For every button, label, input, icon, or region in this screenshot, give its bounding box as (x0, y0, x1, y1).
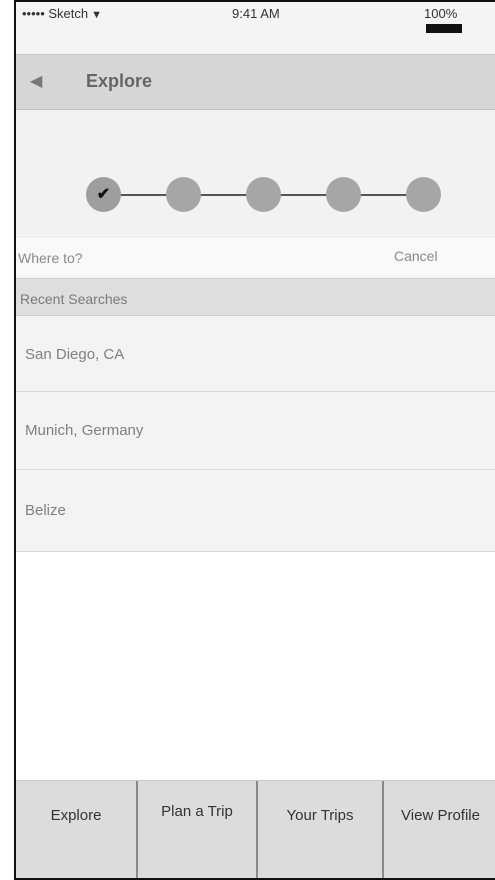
search-row: Cancel (16, 238, 495, 276)
content-blank-area (16, 552, 495, 780)
tab-plan-a-trip[interactable]: Plan a Trip (138, 781, 258, 878)
list-item-label: San Diego, CA (25, 346, 125, 363)
nav-bar: ◀ Explore (16, 54, 495, 110)
step-1: ✔ (86, 177, 121, 212)
step-3 (246, 177, 281, 212)
recent-searches-label: Recent Searches (20, 291, 128, 307)
search-input[interactable] (18, 246, 318, 270)
status-bar: ••••• Sketch ▼ 9:41 AM 100% (16, 2, 495, 54)
list-item[interactable]: Munich, Germany (16, 392, 495, 470)
step-4 (326, 177, 361, 212)
tab-bar: Explore Plan a Trip Your Trips View Prof… (16, 780, 495, 878)
tab-label: Explore (50, 807, 102, 824)
recent-searches-list: San Diego, CA Munich, Germany Belize (16, 316, 495, 552)
tab-label: View Profile (401, 807, 480, 824)
battery-icon (426, 24, 462, 33)
carrier-group: ••••• Sketch ▼ (22, 6, 102, 21)
cancel-button[interactable]: Cancel (394, 248, 438, 264)
progress-stepper: ✔ (16, 110, 495, 238)
tab-label: Your Trips (286, 807, 354, 824)
recent-searches-header: Recent Searches (16, 278, 495, 316)
list-item[interactable]: San Diego, CA (16, 316, 495, 392)
tab-your-trips[interactable]: Your Trips (258, 781, 384, 878)
page-title: Explore (86, 71, 153, 91)
carrier-label: ••••• Sketch (22, 6, 89, 21)
wifi-icon: ▼ (91, 9, 103, 21)
tab-label: Plan a Trip (161, 803, 233, 820)
battery-group: 100% (424, 6, 495, 36)
phone-screen: ••••• Sketch▼ 9:41 AM 100% ◀ Explore ✔ C… (14, 0, 495, 880)
status-time: 9:41 AM (232, 6, 280, 21)
list-item-label: Munich, Germany (25, 422, 144, 439)
tab-explore[interactable]: Explore (16, 781, 138, 878)
step-5 (406, 177, 441, 212)
list-item[interactable]: Belize (16, 470, 495, 552)
checkmark-icon: ✔ (96, 186, 111, 203)
back-arrow-icon[interactable]: ◀ (30, 71, 42, 91)
battery-label: 100% (424, 6, 458, 21)
list-item-label: Belize (25, 502, 66, 519)
tab-view-profile[interactable]: View Profile (384, 781, 495, 878)
step-2 (166, 177, 201, 212)
